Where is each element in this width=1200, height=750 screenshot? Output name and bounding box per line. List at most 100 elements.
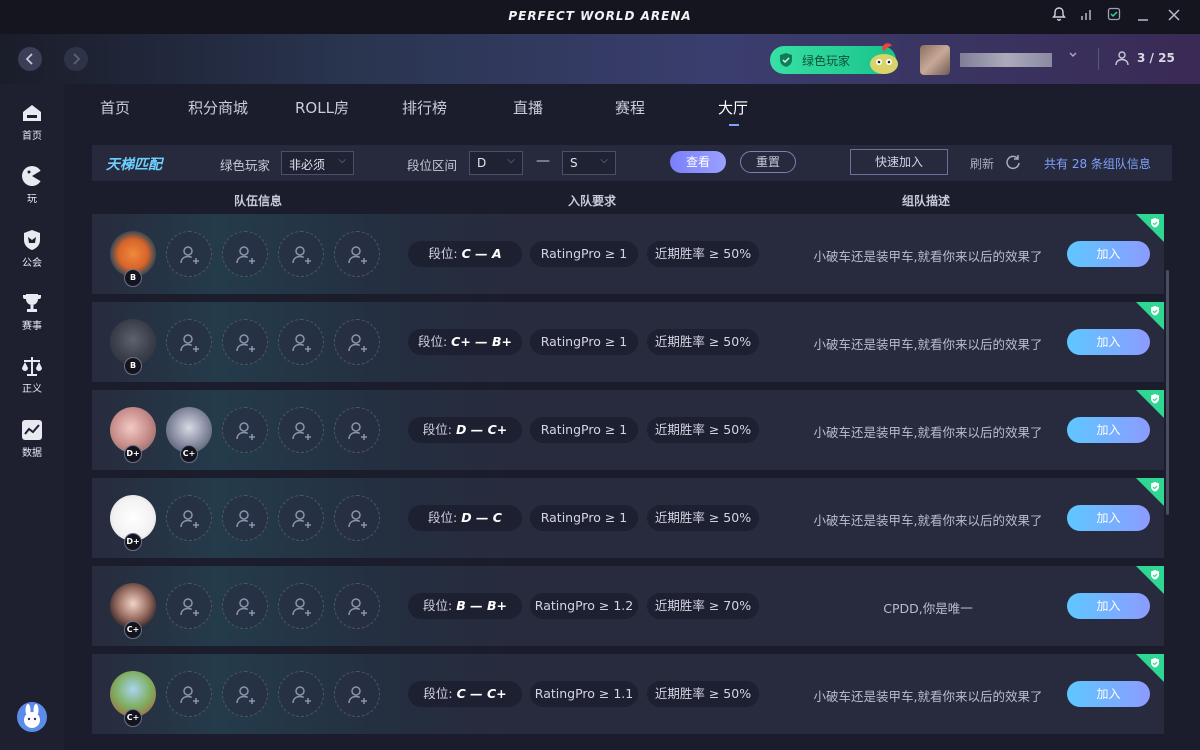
tab-home[interactable]: 首页	[100, 97, 130, 118]
join-button[interactable]: 加入	[1067, 681, 1150, 707]
column-team-info: 队伍信息	[234, 194, 283, 208]
rank-range-value: C+ — B+	[451, 334, 513, 349]
empty-slot[interactable]	[166, 231, 212, 277]
tab-lobby[interactable]: 大厅	[718, 97, 748, 118]
join-button[interactable]: 加入	[1067, 505, 1150, 531]
team-description: 小破车还是装甲车,就看你来以后的效果了	[813, 513, 1043, 528]
filter-bar: 天梯匹配 绿色玩家 非必须 ⌵ 段位区间 D ⌵ — S ⌵ 查看 重置 快速加…	[92, 145, 1172, 181]
mascot-icon	[870, 43, 898, 74]
empty-slot[interactable]	[334, 231, 380, 277]
sidebar-item-play[interactable]: 玩	[0, 164, 64, 220]
party-icon	[1115, 51, 1129, 66]
guild-icon	[24, 230, 40, 250]
join-button[interactable]: 加入	[1067, 329, 1150, 355]
sidebar: 首页 玩 公会 赛事 正义 数据	[0, 84, 64, 750]
join-button[interactable]: 加入	[1067, 417, 1150, 443]
shield-check-icon[interactable]	[1103, 6, 1125, 28]
tab-schedule[interactable]: 赛程	[615, 97, 645, 118]
green-shield-icon	[1151, 658, 1159, 668]
tab-roll-room[interactable]: ROLL房	[295, 97, 349, 118]
reset-button[interactable]: 重置	[740, 151, 796, 173]
app-title: PERFECT WORLD ARENA	[508, 9, 692, 23]
join-button[interactable]: 加入	[1067, 593, 1150, 619]
minimize-icon[interactable]	[1132, 6, 1154, 28]
empty-slot[interactable]	[334, 671, 380, 717]
sidebar-item-label: 公会	[22, 258, 42, 269]
join-button[interactable]: 加入	[1067, 241, 1150, 267]
green-shield-icon	[1151, 570, 1159, 580]
refresh-icon[interactable]	[1004, 153, 1022, 171]
sidebar-item-justice[interactable]: 正义	[0, 354, 64, 410]
main-tabs: 首页 积分商城 ROLL房 排行榜 直播 赛程 大厅	[64, 84, 1200, 134]
green-player-select[interactable]: 非必须 ⌵	[281, 151, 354, 175]
back-button[interactable]	[18, 47, 42, 71]
green-player-badge[interactable]: 绿色玩家	[770, 43, 898, 74]
empty-slot[interactable]	[278, 671, 324, 717]
green-shield-icon	[1151, 394, 1159, 404]
empty-slot[interactable]	[222, 319, 268, 365]
empty-slot[interactable]	[334, 407, 380, 453]
empty-slot[interactable]	[222, 495, 268, 541]
user-avatar[interactable]	[920, 45, 950, 75]
scrollbar[interactable]	[1166, 270, 1169, 515]
empty-slot[interactable]	[222, 231, 268, 277]
sidebar-item-home[interactable]: 首页	[0, 101, 64, 157]
total-count: 共有 28 条组队信息	[1044, 157, 1151, 171]
user-name-blurred[interactable]	[960, 53, 1052, 67]
sidebar-item-data[interactable]: 数据	[0, 418, 64, 474]
empty-slot[interactable]	[278, 231, 324, 277]
green-shield-icon	[1151, 306, 1159, 316]
chevron-down-icon[interactable]	[1068, 50, 1078, 63]
team-description: 小破车还是装甲车,就看你来以后的效果了	[813, 249, 1043, 264]
empty-slot[interactable]	[166, 495, 212, 541]
empty-slot[interactable]	[278, 407, 324, 453]
member-rank-tag: D+	[124, 533, 142, 551]
green-player-filter-label: 绿色玩家	[220, 158, 271, 173]
view-button[interactable]: 查看	[670, 151, 726, 173]
home-icon	[23, 105, 41, 121]
chevron-left-icon	[25, 53, 33, 65]
empty-slot[interactable]	[278, 319, 324, 365]
title-bar: PERFECT WORLD ARENA	[0, 0, 1200, 34]
winrate-requirement-pill: 近期胜率 ≥ 50%	[647, 241, 759, 267]
winrate-requirement-pill: 近期胜率 ≥ 70%	[647, 593, 759, 619]
quick-join-button[interactable]: 快速加入	[850, 149, 948, 175]
green-player-label: 绿色玩家	[802, 54, 851, 68]
empty-slot[interactable]	[222, 407, 268, 453]
empty-slot[interactable]	[222, 671, 268, 717]
empty-slot[interactable]	[334, 495, 380, 541]
tab-points-mall[interactable]: 积分商城	[188, 97, 248, 118]
rank-to-value: S	[570, 156, 578, 170]
winrate-requirement-pill: 近期胜率 ≥ 50%	[647, 681, 759, 707]
column-description: 组队描述	[902, 194, 951, 208]
assistant-avatar[interactable]	[17, 702, 47, 732]
tab-leaderboard[interactable]: 排行榜	[402, 97, 447, 118]
rank-to-select[interactable]: S ⌵	[562, 151, 616, 175]
sidebar-item-label: 首页	[22, 131, 42, 142]
rating-requirement-pill: RatingPro ≥ 1.1	[530, 681, 638, 707]
bunny-icon	[24, 704, 40, 728]
empty-slot[interactable]	[222, 583, 268, 629]
rank-prefix: 段位:	[423, 598, 453, 613]
empty-slot[interactable]	[166, 583, 212, 629]
refresh-label[interactable]: 刷新	[970, 155, 994, 172]
forward-button[interactable]	[64, 47, 88, 71]
shield-icon	[780, 53, 792, 67]
rating-requirement-pill: RatingPro ≥ 1	[530, 417, 638, 443]
empty-slot[interactable]	[334, 319, 380, 365]
close-icon[interactable]	[1163, 6, 1185, 28]
rank-range-label: 段位区间	[407, 158, 458, 173]
sidebar-item-guild[interactable]: 公会	[0, 228, 64, 284]
empty-slot[interactable]	[166, 671, 212, 717]
empty-slot[interactable]	[334, 583, 380, 629]
bell-icon[interactable]	[1048, 6, 1070, 28]
empty-slot[interactable]	[278, 583, 324, 629]
sidebar-item-events[interactable]: 赛事	[0, 291, 64, 347]
empty-slot[interactable]	[278, 495, 324, 541]
rank-range-value: D — C+	[455, 422, 508, 437]
winrate-requirement-pill: 近期胜率 ≥ 50%	[647, 329, 759, 355]
tab-live[interactable]: 直播	[513, 97, 543, 118]
signal-icon	[1076, 6, 1098, 28]
empty-slot[interactable]	[166, 319, 212, 365]
rank-from-select[interactable]: D ⌵	[469, 151, 523, 175]
